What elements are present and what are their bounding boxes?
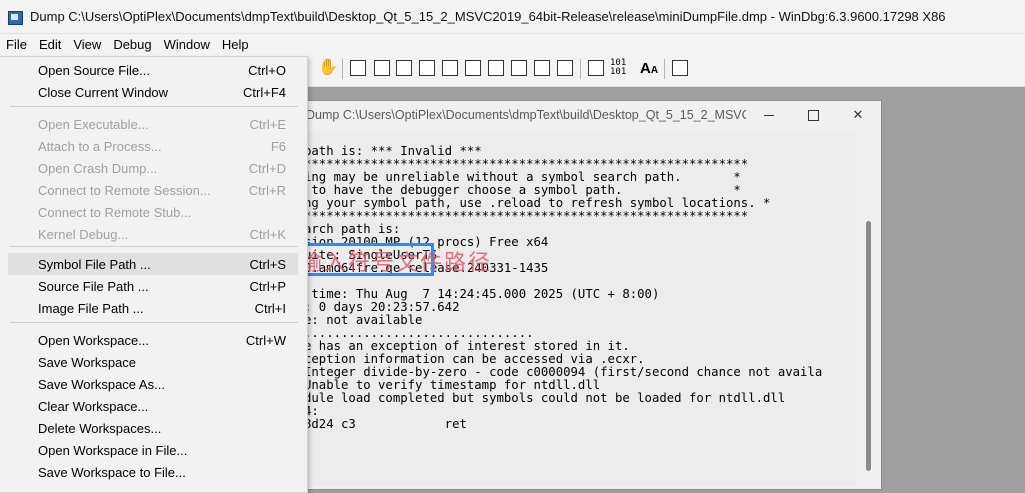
menu-item-symbol-file-path[interactable]: Symbol File Path ... Ctrl+S (8, 253, 298, 275)
menu-item-label: Open Crash Dump... (38, 160, 158, 176)
close-button[interactable]: ✕ (849, 106, 867, 124)
log-line: dule load completed but symbols could no… (304, 391, 786, 405)
menu-item-open-crash-dump[interactable]: Open Crash Dump... Ctrl+D (8, 157, 298, 179)
menu-item-shortcut: F6 (270, 138, 286, 154)
file-menu-dropdown: Open Source File... Ctrl+O Close Current W… (0, 56, 308, 493)
font-icon[interactable]: AA (640, 60, 658, 77)
menu-item-shortcut: Ctrl+O (248, 62, 286, 78)
menu-view[interactable]: View (67, 34, 107, 56)
disassembly-window-icon[interactable] (488, 60, 504, 76)
windbg-app-icon (8, 9, 24, 25)
processes-threads-icon[interactable] (534, 60, 550, 76)
source-mode-icon[interactable] (557, 60, 573, 76)
toolbar-separator (664, 59, 665, 79)
watch-window-icon[interactable] (374, 60, 390, 76)
menu-edit[interactable]: Edit (33, 34, 67, 56)
menu-separator (10, 246, 298, 247)
menu-item-label: Open Executable... (38, 116, 149, 132)
menu-item-label: Image File Path ... (38, 300, 144, 316)
menu-item-shortcut: Ctrl+E (249, 116, 286, 132)
menu-item-label: Connect to Remote Stub... (38, 204, 192, 220)
toolbar-separator (342, 59, 343, 79)
menu-item-connect-to-remote-session[interactable]: Connect to Remote Session... Ctrl+R (8, 179, 298, 201)
menu-item-label: Save Workspace (38, 354, 137, 370)
menu-item-shortcut: Ctrl+P (249, 278, 286, 294)
title-bar: Dump C:\Users\OptiPlex\Documents\dmpText… (0, 0, 1025, 34)
menu-item-close-current-window[interactable]: Close Current Window Ctrl+F4 (8, 81, 298, 103)
menu-bar: File Edit View Debug Window Help (0, 34, 1025, 56)
toolbar-separator (580, 59, 581, 79)
menu-item-label: Open Workspace... (38, 332, 150, 348)
menu-help[interactable]: Help (216, 34, 255, 56)
vertical-scrollbar[interactable] (860, 131, 878, 486)
menu-item-label: Kernel Debug... (38, 226, 129, 242)
hex-toggle-icon[interactable]: 101 101 (610, 59, 626, 77)
memory-window-icon[interactable] (442, 60, 458, 76)
menu-item-shortcut: Ctrl+F4 (243, 84, 286, 100)
menu-item-open-workspace-in-file[interactable]: Open Workspace in File... (8, 439, 298, 461)
menu-item-image-file-path[interactable]: Image File Path ... Ctrl+I (8, 297, 298, 319)
command-window-title: Dump C:\Users\OptiPlex\Documents\dmpText… (306, 108, 746, 122)
menu-separator (10, 322, 298, 323)
menu-item-label: Open Workspace in File... (38, 442, 188, 458)
menu-item-label: Attach to a Process... (38, 138, 162, 154)
window-title: Dump C:\Users\OptiPlex\Documents\dmpText… (30, 9, 946, 24)
menu-item-open-executable[interactable]: Open Executable... Ctrl+E (8, 113, 298, 135)
menu-item-label: Close Current Window (38, 84, 169, 100)
locals-window-icon[interactable] (396, 60, 412, 76)
menu-item-connect-to-remote-stub[interactable]: Connect to Remote Stub... (8, 201, 298, 223)
scrollbar-thumb[interactable] (866, 221, 871, 471)
menu-item-attach-to-a-process[interactable]: Attach to a Process... F6 (8, 135, 298, 157)
menu-item-shortcut: Ctrl+R (248, 182, 286, 198)
menu-item-label: Symbol File Path ... (38, 256, 151, 272)
menu-item-label: Clear Workspace... (38, 398, 149, 414)
menu-item-open-workspace[interactable]: Open Workspace... Ctrl+W (8, 329, 298, 351)
menu-item-shortcut: Ctrl+S (249, 256, 286, 272)
menu-item-save-workspace-as[interactable]: Save Workspace As... (8, 373, 298, 395)
menu-item-delete-workspaces[interactable]: Delete Workspaces... (8, 417, 298, 439)
menu-item-open-source-file[interactable]: Open Source File... Ctrl+O (8, 59, 298, 81)
menu-item-label: Source File Path ... (38, 278, 149, 294)
menu-item-shortcut: Ctrl+D (248, 160, 286, 176)
menu-debug[interactable]: Debug (107, 34, 157, 56)
menu-file[interactable]: File (0, 34, 33, 56)
debugger-log: path is: *** Invalid *** ****************… (296, 131, 856, 431)
menu-item-label: Save Workspace to File... (38, 464, 186, 480)
menu-item-save-workspace[interactable]: Save Workspace (8, 351, 298, 373)
command-window: Dump C:\Users\OptiPlex\Documents\dmpText… (293, 100, 882, 490)
source-file-icon[interactable] (588, 60, 604, 76)
menu-item-shortcut: Ctrl+K (249, 226, 286, 242)
scratch-pad-icon[interactable] (511, 60, 527, 76)
menu-item-shortcut: Ctrl+I (254, 300, 286, 316)
maximize-button[interactable] (804, 106, 822, 124)
command-output: path is: *** Invalid *** ****************… (296, 131, 856, 486)
menu-item-shortcut: Ctrl+W (245, 332, 286, 348)
menu-item-label: Delete Workspaces... (38, 420, 162, 436)
menu-item-kernel-debug[interactable]: Kernel Debug... Ctrl+K (8, 223, 298, 245)
hand-icon[interactable]: ✋ (318, 59, 338, 77)
menu-item-label: Open Source File... (38, 62, 150, 78)
menu-item-label: Save Workspace As... (38, 376, 165, 392)
command-window-titlebar: Dump C:\Users\OptiPlex\Documents\dmpText… (294, 101, 881, 129)
call-stack-window-icon[interactable] (465, 60, 481, 76)
menu-window[interactable]: Window (158, 34, 216, 56)
menu-item-label: Connect to Remote Session... (38, 182, 211, 198)
menu-item-source-file-path[interactable]: Source File Path ... Ctrl+P (8, 275, 298, 297)
registers-window-icon[interactable] (419, 60, 435, 76)
menu-item-clear-workspace[interactable]: Clear Workspace... (8, 395, 298, 417)
annotation-text: 输入符号文件路径 (300, 251, 493, 276)
minimize-button[interactable] (760, 106, 778, 124)
command-window-icon[interactable] (350, 60, 366, 76)
log-line: 8d24 c3 ret (304, 417, 467, 431)
menu-separator (10, 106, 298, 107)
options-icon[interactable] (672, 60, 688, 76)
menu-item-save-workspace-to-file[interactable]: Save Workspace to File... (8, 461, 298, 483)
